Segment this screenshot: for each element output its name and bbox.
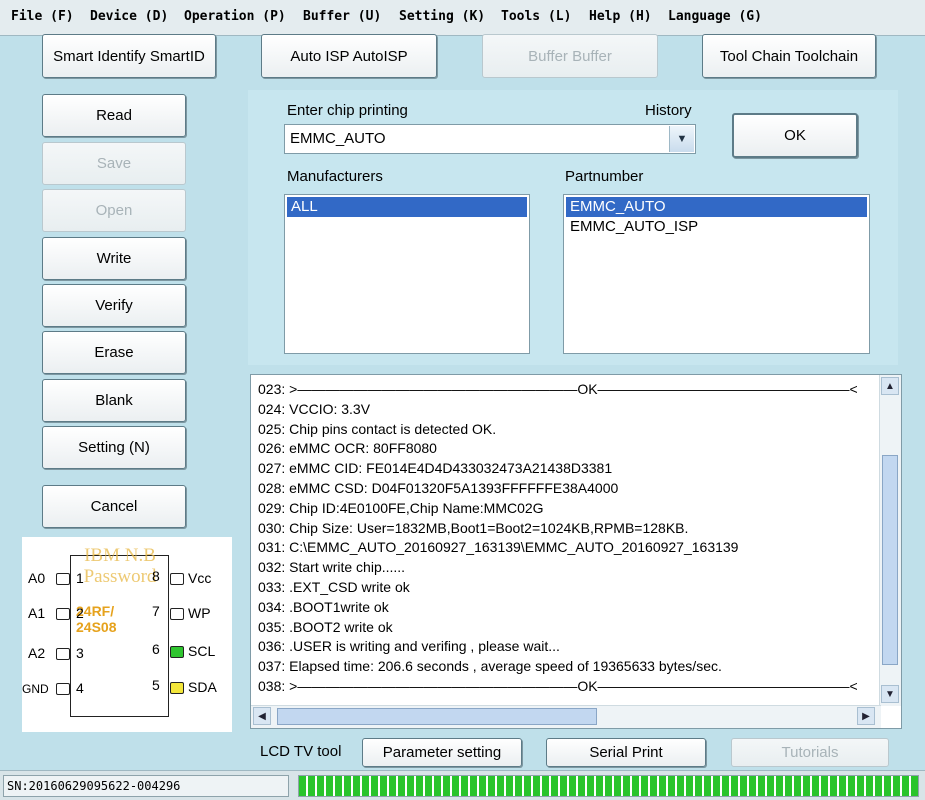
buffer-button[interactable]: Buffer Buffer: [482, 34, 658, 78]
watermark-line1: IBM N.B: [84, 545, 156, 566]
menu-buffer[interactable]: Buffer (U): [303, 9, 381, 24]
enter-chip-label: Enter chip printing: [287, 102, 408, 119]
scroll-down-icon[interactable]: ▼: [881, 685, 899, 703]
parameter-setting-button[interactable]: Parameter setting: [362, 738, 522, 767]
pin-number: 8: [152, 568, 160, 584]
log-line: 031: C:\EMMC_AUTO_20160927_163139\EMMC_A…: [258, 539, 739, 556]
list-item[interactable]: ALL: [287, 197, 527, 217]
pin-icon: [170, 682, 184, 694]
menu-file[interactable]: File (F): [11, 9, 74, 24]
chip-pinout-diagram: 24RF/ 24S08 IBM N.B Password A0 1 A1 2 A…: [22, 537, 232, 732]
menu-language[interactable]: Language (G): [668, 9, 762, 24]
list-item[interactable]: EMMC_AUTO: [566, 197, 867, 217]
log-line: 037: Elapsed time: 206.6 seconds , avera…: [258, 658, 722, 675]
pin-number: 1: [76, 570, 84, 586]
log-line: 035: .BOOT2 write ok: [258, 618, 393, 635]
pin-number: 5: [152, 677, 160, 693]
menu-tools[interactable]: Tools (L): [501, 9, 571, 24]
blank-button[interactable]: Blank: [42, 379, 186, 422]
log-horizontal-scrollbar[interactable]: ◀ ▶: [251, 705, 881, 728]
tool-chain-button[interactable]: Tool Chain Toolchain: [702, 34, 876, 78]
read-button[interactable]: Read: [42, 94, 186, 137]
log-horizontal-scroll-thumb[interactable]: [277, 708, 597, 725]
log-vertical-scroll-thumb[interactable]: [882, 455, 898, 665]
lcd-tv-tool-label: LCD TV tool: [260, 743, 342, 760]
pin-label-scl: SCL: [188, 643, 216, 659]
menu-help[interactable]: Help (H): [589, 9, 652, 24]
pin-icon: [56, 608, 70, 620]
log-line: 027: eMMC CID: FE014E4D4D433032473A21438…: [258, 460, 613, 477]
pin-label-vcc: Vcc: [188, 570, 212, 586]
chip-part-line2: 24S08: [76, 619, 117, 635]
pin-icon: [170, 646, 184, 658]
pin-icon: [56, 683, 70, 695]
pin-icon: [170, 608, 184, 620]
erase-button[interactable]: Erase: [42, 331, 186, 374]
status-bar: SN:20160629095622-004296: [0, 770, 925, 800]
scroll-up-icon[interactable]: ▲: [881, 377, 899, 395]
chevron-down-icon[interactable]: ▼: [669, 126, 694, 152]
log-line: 025: Chip pins contact is detected OK.: [258, 420, 497, 437]
tutorials-button[interactable]: Tutorials: [731, 738, 889, 767]
smart-identify-button[interactable]: Smart Identify SmartID: [42, 34, 216, 78]
pin-label-a2: A2: [28, 645, 46, 661]
save-button[interactable]: Save: [42, 142, 186, 185]
partnumber-list[interactable]: EMMC_AUTO EMMC_AUTO_ISP: [563, 194, 870, 354]
log-output[interactable]: 023: >————————————————————OK————————————…: [250, 374, 902, 729]
log-line: 024: VCCIO: 3.3V: [258, 400, 371, 417]
list-item[interactable]: EMMC_AUTO_ISP: [566, 217, 867, 237]
pin-icon: [56, 648, 70, 660]
pin-number: 2: [76, 605, 84, 621]
pin-number: 7: [152, 603, 160, 619]
chip-printing-combobox[interactable]: EMMC_AUTO ▼: [284, 124, 696, 154]
log-line: 036: .USER is writing and verifing , ple…: [258, 638, 560, 655]
log-vertical-scrollbar[interactable]: ▲ ▼: [879, 375, 901, 706]
cancel-button[interactable]: Cancel: [42, 485, 186, 528]
pin-number: 4: [76, 680, 84, 696]
auto-isp-button[interactable]: Auto ISP AutoISP: [261, 34, 437, 78]
pin-icon: [170, 573, 184, 585]
pin-label-gnd: GND: [22, 682, 49, 696]
pin-label-a0: A0: [28, 570, 46, 586]
log-line: 034: .BOOT1write ok: [258, 598, 389, 615]
setting-button[interactable]: Setting (N): [42, 426, 186, 469]
menu-operation[interactable]: Operation (P): [184, 9, 286, 24]
serial-number: SN:20160629095622-004296: [3, 775, 289, 797]
manufacturers-list[interactable]: ALL: [284, 194, 530, 354]
partnumber-label: Partnumber: [565, 168, 644, 185]
chip-printing-value: EMMC_AUTO: [290, 130, 386, 147]
pin-label-wp: WP: [188, 605, 211, 621]
log-line: 028: eMMC CSD: D04F01320F5A1393FFFFFFE38…: [258, 479, 619, 496]
log-line: 038: >————————————————————OK————————————…: [258, 677, 858, 694]
pin-label-sda: SDA: [188, 679, 217, 695]
scroll-right-icon[interactable]: ▶: [857, 707, 875, 725]
progress-bar: [298, 775, 919, 797]
ok-button[interactable]: OK: [732, 113, 858, 158]
log-line: 023: >————————————————————OK————————————…: [258, 381, 858, 397]
pin-icon: [56, 573, 70, 585]
manufacturers-label: Manufacturers: [287, 168, 383, 185]
open-button[interactable]: Open: [42, 189, 186, 232]
log-line: 029: Chip ID:4E0100FE,Chip Name:MMC02G: [258, 499, 544, 516]
menu-setting[interactable]: Setting (K): [399, 9, 485, 24]
write-button[interactable]: Write: [42, 237, 186, 280]
log-line: 030: Chip Size: User=1832MB,Boot1=Boot2=…: [258, 519, 689, 536]
pin-label-a1: A1: [28, 605, 46, 621]
log-line: 026: eMMC OCR: 80FF8080: [258, 440, 437, 457]
log-line: 032: Start write chip......: [258, 559, 406, 576]
log-lines: 023: >————————————————————OK————————————…: [258, 380, 878, 697]
serial-print-button[interactable]: Serial Print: [546, 738, 706, 767]
progress-fill: [299, 776, 918, 796]
scroll-left-icon[interactable]: ◀: [253, 707, 271, 725]
verify-button[interactable]: Verify: [42, 284, 186, 327]
log-line: 033: .EXT_CSD write ok: [258, 578, 410, 595]
menu-device[interactable]: Device (D): [90, 9, 168, 24]
pin-number: 3: [76, 645, 84, 661]
history-label: History: [645, 102, 692, 119]
pin-number: 6: [152, 641, 160, 657]
menu-bar: File (F) Device (D) Operation (P) Buffer…: [0, 0, 925, 36]
